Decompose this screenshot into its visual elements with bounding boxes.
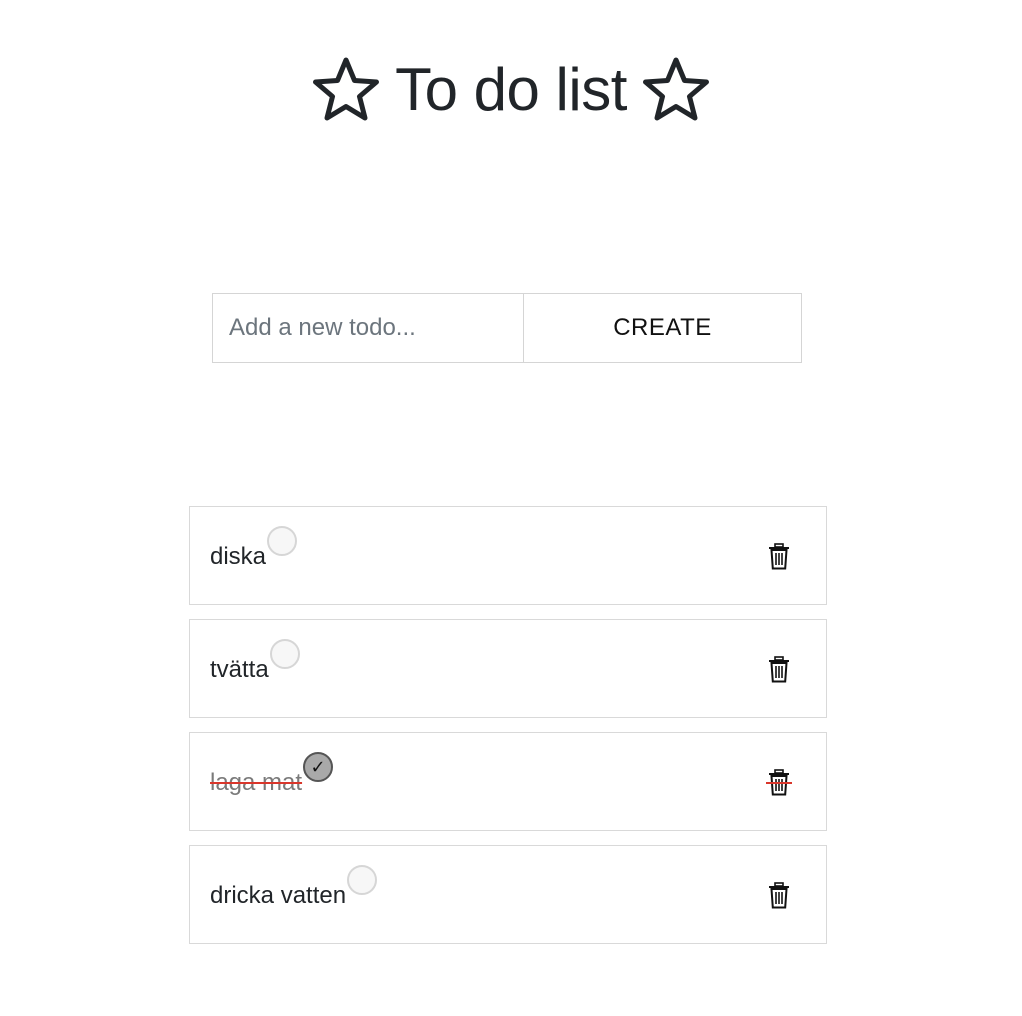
todo-label: laga mat	[210, 769, 303, 796]
trash-icon	[768, 542, 790, 570]
star-outline-icon	[641, 55, 711, 125]
star-outline-icon	[311, 55, 381, 125]
delete-button[interactable]	[767, 541, 791, 571]
trash-icon	[768, 881, 790, 909]
new-todo-input[interactable]	[213, 294, 524, 362]
todo-item: dricka vatten	[189, 845, 827, 944]
todo-list: diska tvätta laga mat ✓ dricka vatten	[189, 506, 827, 958]
check-icon: ✓	[310, 757, 326, 777]
todo-label: diska	[210, 543, 267, 570]
strike-line	[766, 781, 792, 784]
todo-item: laga mat ✓	[189, 732, 827, 831]
page-title-row: To do list	[0, 52, 1022, 128]
todo-label: tvätta	[210, 656, 269, 683]
trash-icon	[768, 655, 790, 683]
todo-item: tvätta	[189, 619, 827, 718]
todo-complete-toggle[interactable]	[347, 865, 378, 895]
trash-icon	[766, 768, 792, 796]
delete-button[interactable]	[767, 654, 791, 684]
create-button[interactable]: CREATE	[524, 294, 801, 362]
page-title: To do list	[395, 56, 627, 123]
create-todo-form: CREATE	[212, 293, 802, 363]
todo-label: dricka vatten	[210, 882, 347, 909]
todo-complete-toggle[interactable]	[267, 526, 298, 556]
todo-complete-toggle[interactable]	[269, 639, 300, 669]
todo-complete-toggle[interactable]: ✓	[303, 752, 334, 782]
todo-item: diska	[189, 506, 827, 605]
delete-button[interactable]	[767, 880, 791, 910]
delete-button[interactable]	[766, 767, 792, 797]
